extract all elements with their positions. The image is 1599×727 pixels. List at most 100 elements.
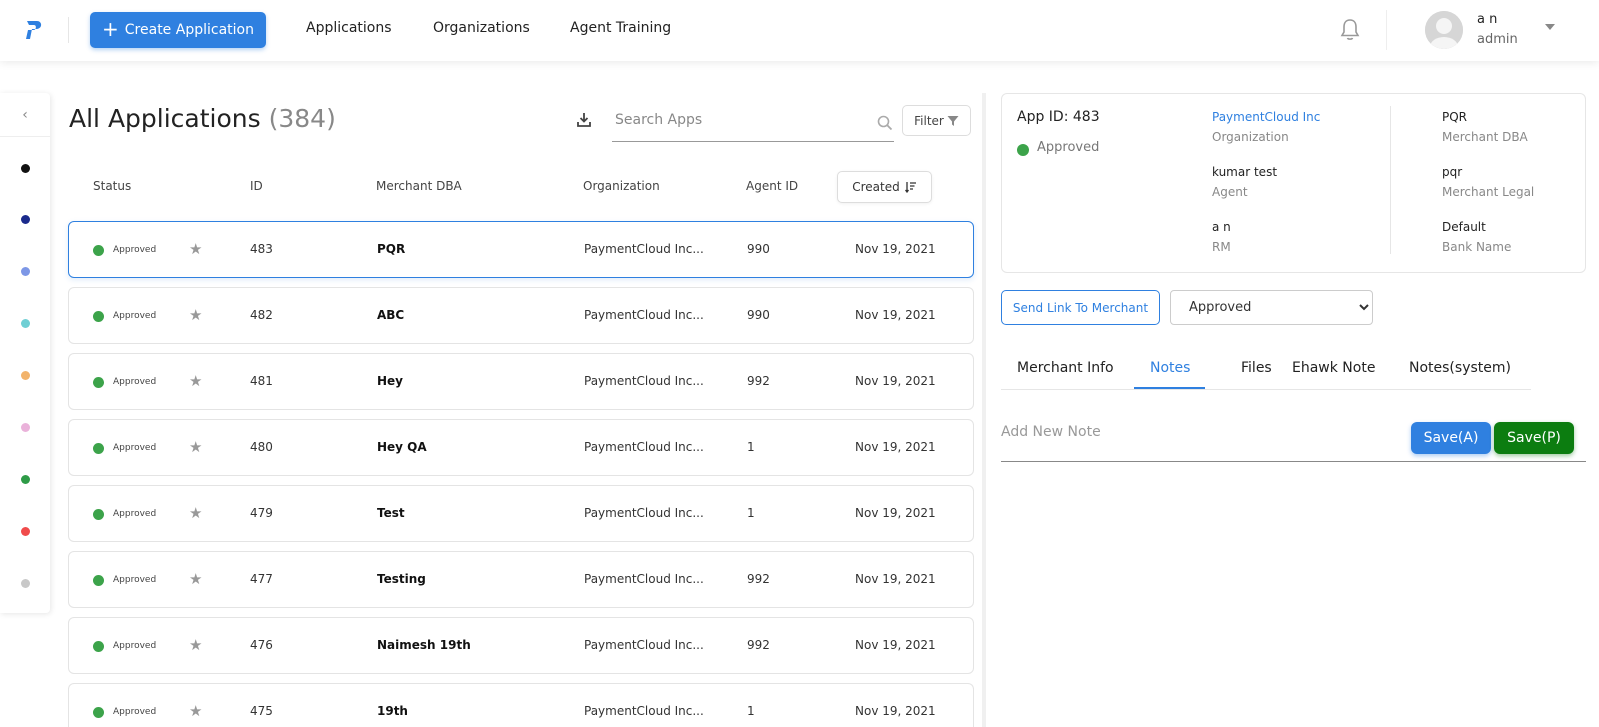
cell-organization: PaymentCloud Inc... <box>584 308 704 322</box>
table-row[interactable]: Approved ★ 476 Naimesh 19th PaymentCloud… <box>68 617 974 674</box>
cell-created: Nov 19, 2021 <box>855 374 936 388</box>
card-divider <box>1390 106 1391 254</box>
nav-link-organizations[interactable]: Organizations <box>433 20 530 36</box>
color-filter-dot[interactable] <box>21 267 30 276</box>
search-icon[interactable] <box>877 115 893 131</box>
cell-organization: PaymentCloud Inc... <box>584 572 704 586</box>
app-id: App ID: 483 <box>1017 109 1100 125</box>
nav-link-agent-training[interactable]: Agent Training <box>570 20 671 36</box>
organization-link[interactable]: PaymentCloud Inc <box>1212 110 1320 124</box>
color-filter-dot[interactable] <box>21 164 30 173</box>
bank-name-value: Default <box>1442 220 1486 234</box>
status-select[interactable]: Approved <box>1170 290 1373 325</box>
cell-created: Nov 19, 2021 <box>855 506 936 520</box>
cell-id: 476 <box>250 638 273 652</box>
star-icon[interactable]: ★ <box>189 570 202 588</box>
color-filter-dot[interactable] <box>21 215 30 224</box>
color-filter-dot[interactable] <box>21 475 30 484</box>
star-icon[interactable]: ★ <box>189 636 202 654</box>
cell-agent-id: 990 <box>747 242 770 256</box>
cell-merchant-dba: Hey <box>377 374 404 388</box>
cell-merchant-dba: Test <box>377 506 405 520</box>
rm-value: a n <box>1212 220 1231 234</box>
color-filter-dot[interactable] <box>21 527 30 536</box>
column-header-created: Created <box>852 180 900 194</box>
left-color-rail: ‹ <box>0 93 50 613</box>
agent-value: kumar test <box>1212 165 1278 179</box>
color-filter-dot[interactable] <box>21 319 30 328</box>
avatar[interactable] <box>1425 11 1463 49</box>
page-title: All Applications (384) <box>69 104 336 133</box>
cell-agent-id: 990 <box>747 308 770 322</box>
tab-notes-system[interactable]: Notes(system) <box>1409 360 1511 376</box>
tab-ehawk-note[interactable]: Ehawk Note <box>1292 360 1375 376</box>
send-link-to-merchant-button[interactable]: Send Link To Merchant <box>1001 290 1160 325</box>
detail-tabs: Merchant Info Notes Files Ehawk Note Not… <box>1001 350 1531 390</box>
download-icon[interactable] <box>576 112 592 128</box>
color-filter-dot[interactable] <box>21 579 30 588</box>
status-dot <box>93 707 104 718</box>
color-filter-dot[interactable] <box>21 423 30 432</box>
star-icon[interactable]: ★ <box>189 372 202 390</box>
top-navbar: + Create Application Applications Organi… <box>0 0 1599 61</box>
cell-merchant-dba: 19th <box>377 704 408 718</box>
star-icon[interactable]: ★ <box>189 306 202 324</box>
tab-notes[interactable]: Notes <box>1150 360 1190 376</box>
chevron-down-icon[interactable] <box>1545 24 1555 30</box>
cell-agent-id: 992 <box>747 638 770 652</box>
search-input[interactable] <box>615 112 865 128</box>
cell-organization: PaymentCloud Inc... <box>584 242 704 256</box>
cell-created: Nov 19, 2021 <box>855 572 936 586</box>
save-p-button[interactable]: Save(P) <box>1494 422 1574 454</box>
star-icon[interactable]: ★ <box>189 240 202 258</box>
panel-splitter[interactable] <box>982 93 986 727</box>
cell-merchant-dba: ABC <box>377 308 405 322</box>
nav-link-applications[interactable]: Applications <box>306 20 392 36</box>
star-icon[interactable]: ★ <box>189 702 202 720</box>
status-dot <box>93 311 104 322</box>
cell-id: 481 <box>250 374 273 388</box>
tab-merchant-info[interactable]: Merchant Info <box>1017 360 1114 376</box>
agent-label: Agent <box>1212 185 1248 199</box>
tab-files[interactable]: Files <box>1241 360 1272 376</box>
add-note-input[interactable] <box>1001 424 1381 440</box>
status-text: Approved <box>113 311 157 321</box>
status-text: Approved <box>113 707 157 717</box>
table-row[interactable]: Approved ★ 482 ABC PaymentCloud Inc... 9… <box>68 287 974 344</box>
merchant-dba-value: PQR <box>1442 110 1468 124</box>
cell-organization: PaymentCloud Inc... <box>584 506 704 520</box>
table-row[interactable]: Approved ★ 483 PQR PaymentCloud Inc... 9… <box>68 221 974 278</box>
cell-organization: PaymentCloud Inc... <box>584 704 704 718</box>
color-filter-dot[interactable] <box>21 371 30 380</box>
star-icon[interactable]: ★ <box>189 504 202 522</box>
sort-icon <box>904 182 916 193</box>
cell-id: 482 <box>250 308 273 322</box>
table-row[interactable]: Approved ★ 481 Hey PaymentCloud Inc... 9… <box>68 353 974 410</box>
status-dot <box>93 245 104 256</box>
cell-organization: PaymentCloud Inc... <box>584 638 704 652</box>
table-row[interactable]: Approved ★ 480 Hey QA PaymentCloud Inc..… <box>68 419 974 476</box>
user-silhouette-icon <box>1425 11 1463 49</box>
cell-id: 475 <box>250 704 273 718</box>
save-a-button[interactable]: Save(A) <box>1411 422 1491 454</box>
create-application-label: Create Application <box>124 22 254 38</box>
collapse-rail-button[interactable]: ‹ <box>0 93 50 137</box>
cell-merchant-dba: Testing <box>377 572 426 586</box>
sort-created-button[interactable]: Created <box>837 171 932 203</box>
filter-icon <box>947 115 959 126</box>
app-logo-icon[interactable] <box>22 18 46 42</box>
cell-agent-id: 1 <box>747 440 755 454</box>
user-role: admin <box>1477 32 1518 47</box>
bell-icon[interactable] <box>1338 17 1362 43</box>
cell-agent-id: 1 <box>747 506 755 520</box>
application-detail-card: App ID: 483 Approved PaymentCloud Inc Or… <box>1001 93 1586 273</box>
table-row[interactable]: Approved ★ 477 Testing PaymentCloud Inc.… <box>68 551 974 608</box>
column-header-organization: Organization <box>583 179 660 193</box>
filter-button[interactable]: Filter <box>902 105 971 136</box>
star-icon[interactable]: ★ <box>189 438 202 456</box>
status-text: Approved <box>113 377 157 387</box>
table-row[interactable]: Approved ★ 479 Test PaymentCloud Inc... … <box>68 485 974 542</box>
table-row[interactable]: Approved ★ 475 19th PaymentCloud Inc... … <box>68 683 974 727</box>
create-application-button[interactable]: + Create Application <box>90 12 266 48</box>
status-dot <box>93 509 104 520</box>
